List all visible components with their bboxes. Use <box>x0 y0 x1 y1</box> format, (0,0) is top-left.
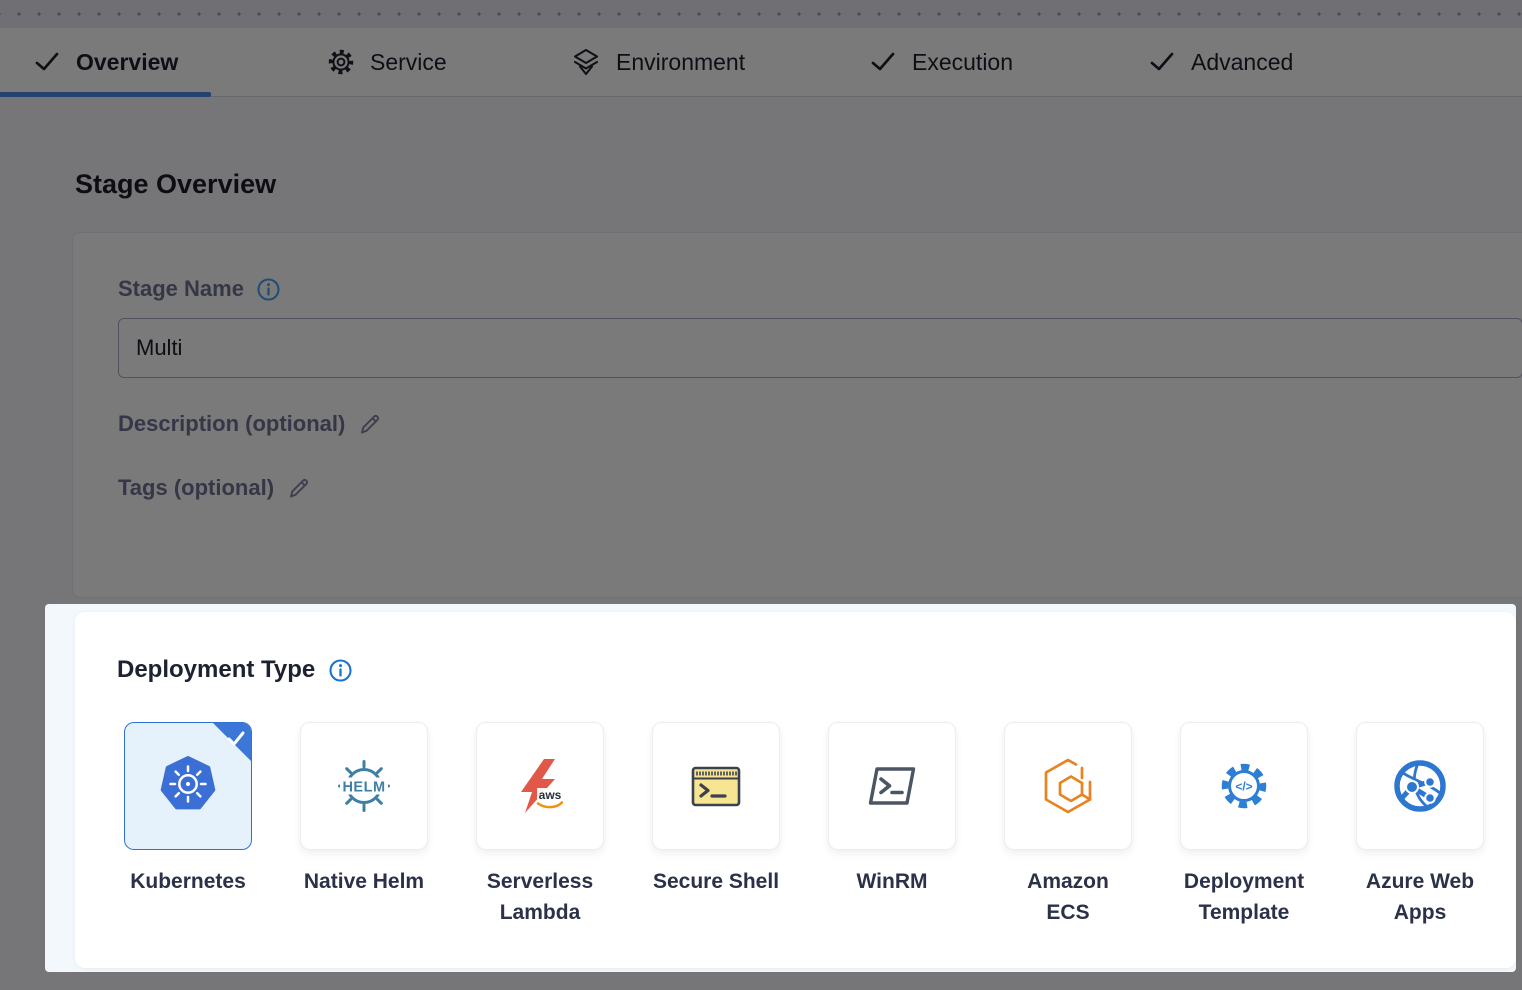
tile-label: Serverless Lambda <box>445 866 635 928</box>
tab-label: Environment <box>616 49 745 76</box>
tile-label: WinRM <box>797 866 987 897</box>
layers-icon <box>571 47 601 77</box>
deployment-type-card: Deployment Type <box>75 612 1516 968</box>
check-icon <box>1148 48 1176 76</box>
info-icon[interactable] <box>256 277 281 302</box>
tab-label: Execution <box>912 49 1013 76</box>
svg-text:aws: aws <box>539 788 562 802</box>
deployment-option-kubernetes: Kubernetes <box>124 722 252 850</box>
tile-label: Azure Web Apps <box>1325 866 1515 928</box>
stage-name-label: Stage Name <box>118 276 244 302</box>
helm-icon: HELM <box>332 754 396 818</box>
description-label: Description (optional) <box>118 411 345 437</box>
spotlight-region: Deployment Type <box>45 604 1516 972</box>
stage-overview-card: Stage Name Description (optional) Tags (… <box>72 232 1522 598</box>
gear-icon <box>327 48 355 76</box>
selected-check-icon <box>225 728 247 750</box>
tab-overview[interactable]: Overview <box>33 28 178 96</box>
deployment-option-native-helm: HELM Native Helm <box>300 722 428 850</box>
amazon-ecs-tile[interactable] <box>1004 722 1132 850</box>
terminal-window-icon <box>684 754 748 818</box>
edit-pencil-icon[interactable] <box>357 411 383 437</box>
deployment-template-tile[interactable]: </> <box>1180 722 1308 850</box>
deployment-option-amazon-ecs: Amazon ECS <box>1004 722 1132 850</box>
tab-label: Advanced <box>1191 49 1293 76</box>
svg-text:</>: </> <box>1235 780 1252 794</box>
serverless-aws-lambda-icon: aws <box>508 754 572 818</box>
stage-tabbar: Overview Service Environment Execution A… <box>0 28 1522 97</box>
powershell-icon <box>860 754 924 818</box>
deployment-type-tiles: Kubernetes <box>124 722 1484 850</box>
deployment-type-title: Deployment Type <box>117 656 315 684</box>
tab-advanced[interactable]: Advanced <box>1148 28 1293 96</box>
info-icon[interactable] <box>328 658 353 683</box>
deployment-option-azure-web-apps: Azure Web Apps <box>1356 722 1484 850</box>
stage-name-input[interactable] <box>118 318 1522 378</box>
tile-label: Deployment Template <box>1149 866 1339 928</box>
tags-label: Tags (optional) <box>118 475 274 501</box>
tab-label: Service <box>370 49 447 76</box>
page-title: Stage Overview <box>75 169 276 200</box>
deployment-option-serverless-lambda: aws Serverless Lambda <box>476 722 604 850</box>
native-helm-tile[interactable]: HELM <box>300 722 428 850</box>
tab-label: Overview <box>76 49 178 76</box>
check-icon <box>33 48 61 76</box>
winrm-tile[interactable] <box>828 722 956 850</box>
tab-execution[interactable]: Execution <box>869 28 1013 96</box>
azure-globe-icon <box>1388 754 1452 818</box>
kubernetes-tile[interactable] <box>124 722 252 850</box>
edit-pencil-icon[interactable] <box>286 475 312 501</box>
secure-shell-tile[interactable] <box>652 722 780 850</box>
tab-service[interactable]: Service <box>327 28 447 96</box>
active-tab-underline <box>0 92 211 97</box>
deployment-option-secure-shell: Secure Shell <box>652 722 780 850</box>
ecs-hexagon-icon <box>1036 754 1100 818</box>
tile-label: Secure Shell <box>621 866 811 897</box>
kubernetes-icon <box>155 754 221 818</box>
azure-web-apps-tile[interactable] <box>1356 722 1484 850</box>
tile-label: Amazon ECS <box>973 866 1163 928</box>
tile-label: Native Helm <box>269 866 459 897</box>
tile-label: Kubernetes <box>93 866 283 897</box>
deployment-option-deployment-template: </> Deployment Template <box>1180 722 1308 850</box>
serverless-lambda-tile[interactable]: aws <box>476 722 604 850</box>
tab-environment[interactable]: Environment <box>571 28 745 96</box>
pipeline-canvas-dots <box>0 0 1522 28</box>
gear-code-icon: </> <box>1212 754 1276 818</box>
check-icon <box>869 48 897 76</box>
svg-text:HELM: HELM <box>342 780 385 796</box>
deployment-option-winrm: WinRM <box>828 722 956 850</box>
